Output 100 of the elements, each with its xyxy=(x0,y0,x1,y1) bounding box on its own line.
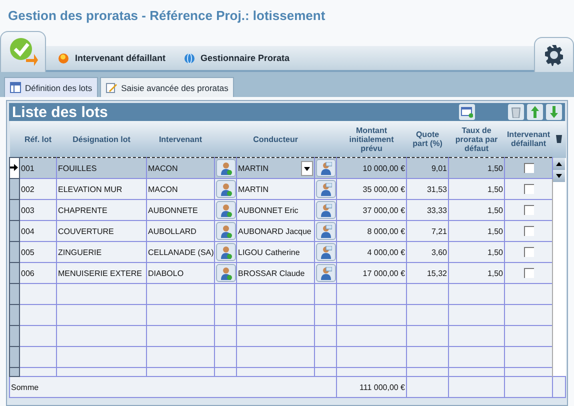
checkbox[interactable] xyxy=(524,247,534,257)
contact-button[interactable] xyxy=(316,159,336,177)
column-header: Intervenant défaillant xyxy=(506,130,550,148)
table-cell: 35 000,00 € xyxy=(362,184,406,194)
tab[interactable]: Saisie avancée des proratas xyxy=(100,77,234,97)
checkbox[interactable] xyxy=(524,205,534,215)
add-row-button[interactable] xyxy=(459,104,475,120)
table-cell: ZINGUERIE xyxy=(58,248,102,256)
scrollbar[interactable] xyxy=(552,158,566,376)
trash-icon xyxy=(556,134,562,143)
table-cell: MENUISERIE EXTERE xyxy=(58,268,142,278)
table-cell: 006 xyxy=(21,268,34,278)
table-cell: AUBONNETE xyxy=(148,206,198,214)
table-cell: AUBONARD Jacque xyxy=(238,226,312,236)
table-cell: CHAPRENTE xyxy=(58,206,108,214)
table-cell: 003 xyxy=(21,206,34,214)
person-message-icon xyxy=(320,162,332,174)
arrow-up-icon xyxy=(531,106,539,118)
add-contractor-button[interactable] xyxy=(216,243,236,261)
table-cell: 9,01 xyxy=(431,164,448,172)
table-cell: MACON xyxy=(148,164,178,172)
trash-icon xyxy=(511,106,521,118)
checkbox[interactable] xyxy=(524,184,534,194)
table-cell: 15,32 xyxy=(426,268,448,278)
table-cell: AUBONNET Eric xyxy=(238,206,298,214)
column-header: Montant initialement prévu xyxy=(349,126,394,152)
move-down-button[interactable] xyxy=(546,104,562,120)
table-cell: 1,50 xyxy=(487,184,504,194)
dropdown-button[interactable] xyxy=(301,161,313,176)
table-cell: 10 000,00 € xyxy=(362,164,406,172)
toolbar-button[interactable]: Intervenant défaillant xyxy=(58,52,166,64)
add-contractor-button[interactable] xyxy=(216,180,236,198)
contact-button[interactable] xyxy=(316,222,336,240)
add-contractor-button[interactable] xyxy=(216,159,236,177)
person-add-icon xyxy=(220,162,232,174)
table-cell: 001 xyxy=(21,164,34,172)
table-cell: LIGOU Catherine xyxy=(238,248,300,256)
contact-button[interactable] xyxy=(316,180,336,198)
table-cell: BROSSAR Claude xyxy=(238,268,305,278)
table-cell: 3,60 xyxy=(431,248,448,256)
person-add-icon xyxy=(220,204,232,216)
sum-value: 111 000,00 € xyxy=(359,382,406,392)
tab[interactable]: Définition des lots xyxy=(4,77,98,97)
ball-icon xyxy=(58,52,69,64)
checkbox[interactable] xyxy=(524,268,534,278)
add-contractor-button[interactable] xyxy=(216,222,236,240)
table-cell: MACON xyxy=(148,184,178,194)
window-title: Gestion des proratas - Référence Proj.: lotissement xyxy=(8,8,326,22)
person-add-icon xyxy=(220,224,232,238)
scroll-down-button[interactable] xyxy=(553,170,566,182)
table-add-icon xyxy=(461,106,473,118)
table-cell: 33,33 xyxy=(426,206,448,214)
column-header: Taux de prorata par défaut xyxy=(455,126,498,152)
table-cell: AUBOLLARD xyxy=(148,226,196,236)
person-message-icon xyxy=(320,182,332,196)
scroll-up-icon xyxy=(556,162,562,166)
delete-button[interactable] xyxy=(508,104,524,120)
settings-icon xyxy=(543,44,565,66)
column-header: Quote part (%) xyxy=(412,130,442,148)
grid-icon xyxy=(10,82,21,93)
arrow-down-icon xyxy=(550,106,558,118)
person-add-icon xyxy=(220,182,232,196)
table-cell: 1,50 xyxy=(487,206,504,214)
validate-tab[interactable] xyxy=(0,31,46,72)
checkbox[interactable] xyxy=(524,226,534,236)
person-add-icon xyxy=(220,266,232,280)
current-row-arrow-icon xyxy=(10,164,18,170)
table-cell: CELLANADE (SA) xyxy=(148,248,214,256)
column-header: Intervenant xyxy=(158,134,202,144)
move-up-button[interactable] xyxy=(527,104,543,120)
add-contractor-button[interactable] xyxy=(216,201,236,219)
table-cell: MARTIN xyxy=(238,164,269,172)
pencil-page-icon xyxy=(106,82,118,93)
sum-label: Somme xyxy=(11,382,39,392)
toolbar-button[interactable]: Gestionnaire Prorata xyxy=(184,52,290,64)
table-cell: 002 xyxy=(21,184,34,194)
contact-button[interactable] xyxy=(316,264,336,282)
table-cell: 17 000,00 € xyxy=(362,268,406,278)
table-cell: 1,50 xyxy=(487,226,504,236)
person-message-icon xyxy=(320,246,332,258)
contact-button[interactable] xyxy=(316,243,336,261)
add-contractor-button[interactable] xyxy=(216,264,236,282)
table-cell: 1,50 xyxy=(487,248,504,256)
table-cell: 1,50 xyxy=(487,268,504,278)
table-cell: 4 000,00 € xyxy=(367,248,406,256)
scroll-up-button[interactable] xyxy=(553,158,566,170)
check-icon xyxy=(8,37,38,67)
person-message-icon xyxy=(320,266,332,280)
person-message-icon xyxy=(320,204,332,216)
column-header: Réf. lot xyxy=(24,134,52,144)
table-cell: 31,53 xyxy=(426,184,448,194)
row-selector[interactable] xyxy=(10,158,20,178)
contact-button[interactable] xyxy=(316,201,336,219)
table-cell: 8 000,00 € xyxy=(367,226,406,236)
settings-tab[interactable] xyxy=(534,37,574,72)
table-cell: 1,50 xyxy=(487,164,504,172)
table-cell: 37 000,00 € xyxy=(362,206,406,214)
table-cell: DIABOLO xyxy=(148,268,184,278)
checkbox[interactable] xyxy=(524,163,534,173)
column-header: Conducteur xyxy=(253,134,298,144)
